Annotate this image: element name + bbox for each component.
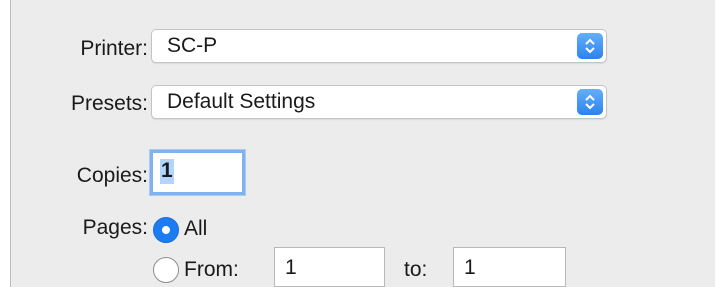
presets-select[interactable]: Default Settings: [151, 85, 607, 119]
presets-label: Presets:: [70, 92, 148, 115]
pages-from-radio[interactable]: [153, 257, 179, 283]
copies-value: 1: [161, 159, 173, 182]
radio-dot-icon: [162, 226, 170, 234]
printer-select[interactable]: SC-P: [151, 29, 607, 63]
copies-label: Copies:: [76, 164, 148, 187]
updown-chevrons-icon: [577, 33, 603, 59]
presets-select-value: Default Settings: [167, 90, 316, 113]
updown-chevrons-icon: [577, 89, 603, 115]
pages-all-radio[interactable]: [153, 217, 179, 243]
pages-to-label: to:: [404, 258, 428, 281]
printer-label: Printer:: [80, 37, 148, 60]
print-dialog: Printer: SC-P Presets: Default Settings …: [10, 0, 715, 287]
pages-all-label[interactable]: All: [184, 217, 207, 241]
pages-to-value: 1: [464, 256, 476, 279]
pages-to-field[interactable]: 1: [453, 247, 566, 287]
pages-from-value: 1: [285, 256, 297, 279]
pages-from-label[interactable]: From:: [184, 258, 239, 282]
copies-field[interactable]: 1: [150, 150, 245, 195]
pages-label: Pages:: [82, 216, 148, 239]
printer-select-value: SC-P: [167, 34, 218, 57]
pages-from-field[interactable]: 1: [274, 247, 385, 287]
